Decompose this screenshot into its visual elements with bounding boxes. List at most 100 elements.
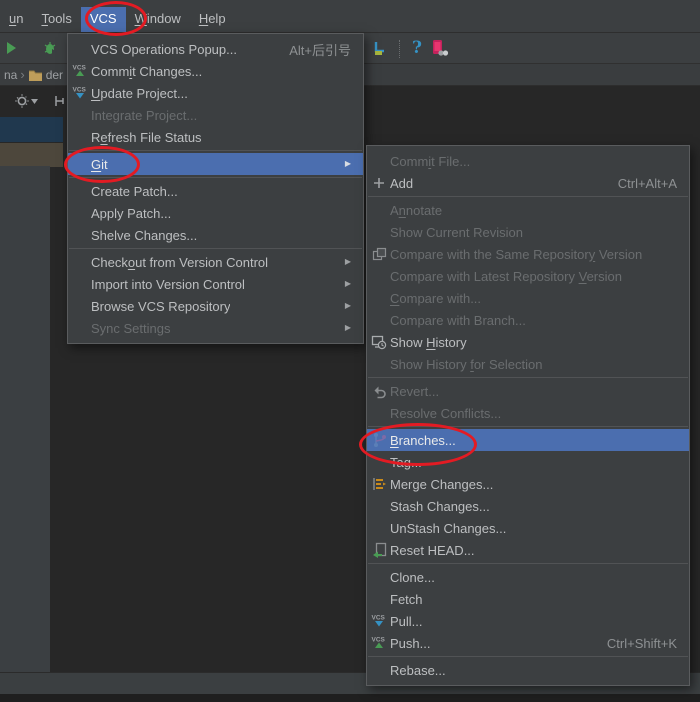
git-menu-separator: [368, 426, 688, 427]
svg-text:VCS: VCS: [372, 615, 386, 622]
menu-item-label: Tools: [41, 11, 72, 26]
submenu-arrow-icon: ▶: [344, 257, 351, 266]
vcs-update-icon: VCS: [371, 613, 387, 629]
git-menu-item-pull[interactable]: VCS Pull...: [367, 610, 689, 632]
chevron-right-icon: ›: [20, 67, 25, 82]
no-icon: [371, 224, 387, 240]
device-manager-icon[interactable]: [428, 36, 450, 60]
git-menu-item-show-current-revision: Show Current Revision: [367, 221, 689, 243]
no-icon: [371, 520, 387, 536]
vcs-menu-separator: [69, 177, 362, 178]
git-menu-item-push[interactable]: VCS Push... Ctrl+Shift+K: [367, 632, 689, 654]
menu-item-label: Resolve Conflicts...: [390, 405, 502, 421]
debug-icon[interactable]: [40, 36, 62, 60]
pin-icon[interactable]: [54, 94, 68, 108]
no-icon: [371, 153, 387, 169]
revert-icon: [371, 383, 387, 399]
git-menu-item-unstash-changes[interactable]: UnStash Changes...: [367, 517, 689, 539]
vcs-menu-item-update-project[interactable]: VCS Update Project...: [68, 82, 363, 104]
svg-text:VCS: VCS: [73, 65, 87, 72]
menu-item-label: Rebase...: [390, 662, 446, 678]
merge-icon: [371, 476, 387, 492]
menubar-item-tools[interactable]: Tools: [32, 7, 80, 32]
submenu-arrow-icon: ▶: [344, 323, 351, 332]
git-menu-item-compare-with: Compare with...: [367, 287, 689, 309]
tree-row-hovered[interactable]: [0, 143, 63, 167]
window-bottom-edge: [0, 694, 700, 702]
menu-item-label: Reset HEAD...: [390, 542, 475, 558]
menu-item-label: Revert...: [390, 383, 440, 399]
git-menu-item-stash-changes[interactable]: Stash Changes...: [367, 495, 689, 517]
git-menu-item-fetch[interactable]: Fetch: [367, 588, 689, 610]
compare-icon: [371, 246, 387, 262]
menu-item-label: Window: [134, 11, 181, 26]
vcs-menu-item-import-into-version-control[interactable]: Import into Version Control ▶: [68, 273, 363, 295]
plus-icon: [371, 175, 387, 191]
git-menu-separator: [368, 196, 688, 197]
git-menu-item-rebase[interactable]: Rebase...: [367, 659, 689, 681]
menubar-item-help[interactable]: Help: [190, 7, 235, 32]
git-menu-item-commit-file: Commit File...: [367, 150, 689, 172]
sdk-manager-icon[interactable]: [369, 36, 391, 60]
vcs-menu-popup: VCS Operations Popup... Alt+后引号 VCS Commit …: [67, 33, 364, 344]
menu-item-label: Show Current Revision: [390, 224, 523, 240]
vcs-menu-item-commit-changes[interactable]: VCS Commit Changes...: [68, 60, 363, 82]
no-icon: [72, 41, 88, 57]
vcs-menu-item-shelve-changes[interactable]: Shelve Changes...: [68, 224, 363, 246]
menubar-item-window[interactable]: Window: [126, 7, 190, 32]
menu-item-label: Tag...: [390, 454, 422, 470]
menu-bar: un Tools VCS Window Help: [0, 0, 700, 33]
breadcrumb-item[interactable]: na: [4, 68, 17, 82]
no-icon: [72, 298, 88, 314]
left-tool-window: [0, 166, 50, 672]
help-icon[interactable]: ?: [406, 36, 428, 60]
menu-item-label: Import into Version Control: [91, 276, 245, 292]
git-menu-item-merge-changes[interactable]: Merge Changes...: [367, 473, 689, 495]
git-menu-item-compare-with-branch: Compare with Branch...: [367, 309, 689, 331]
menu-item-label: Fetch: [390, 591, 423, 607]
git-menu-item-revert: Revert...: [367, 380, 689, 402]
no-icon: [72, 254, 88, 270]
git-menu-item-tag[interactable]: Tag...: [367, 451, 689, 473]
vcs-menu-item-git[interactable]: Git ▶: [68, 153, 363, 175]
git-menu-item-compare-with-latest-repository-version: Compare with Latest Repository Version: [367, 265, 689, 287]
no-icon: [371, 356, 387, 372]
no-icon: [72, 107, 88, 123]
git-menu-item-reset-head[interactable]: Reset HEAD...: [367, 539, 689, 561]
menu-item-label: Compare with...: [390, 290, 482, 306]
toolbar-separator: [399, 40, 400, 58]
menu-item-label: Clone...: [390, 569, 435, 585]
git-menu-item-show-history[interactable]: Show History: [367, 331, 689, 353]
branch-icon: [371, 432, 387, 448]
vcs-menu-item-apply-patch[interactable]: Apply Patch...: [68, 202, 363, 224]
menu-item-label: Add: [390, 175, 414, 191]
menu-item-label: Integrate Project...: [91, 107, 198, 123]
vcs-menu-item-refresh-file-status[interactable]: Refresh File Status: [68, 126, 363, 148]
vcs-menu-item-vcs-operations-popup[interactable]: VCS Operations Popup... Alt+后引号: [68, 38, 363, 60]
git-menu-item-clone[interactable]: Clone...: [367, 566, 689, 588]
git-menu-item-branches[interactable]: Branches...: [367, 429, 689, 451]
vcs-menu-item-sync-settings: Sync Settings ▶: [68, 317, 363, 339]
vcs-menu-item-checkout-from-version-control[interactable]: Checkout from Version Control ▶: [68, 251, 363, 273]
no-icon: [371, 498, 387, 514]
tree-row-selected[interactable]: [0, 117, 63, 142]
menubar-item-vcs[interactable]: VCS: [80, 7, 126, 32]
menu-item-label: Pull...: [390, 613, 423, 629]
menu-item-label: un: [9, 11, 24, 26]
menu-item-label: Branches...: [390, 432, 456, 448]
menu-item-label: Push...: [390, 635, 431, 651]
menu-item-label: Update Project...: [91, 85, 188, 101]
menubar-item-un[interactable]: un: [0, 7, 32, 32]
no-icon: [72, 129, 88, 145]
breadcrumb-item[interactable]: der: [46, 68, 63, 82]
svg-text:VCS: VCS: [372, 637, 386, 644]
vcs-menu-item-create-patch[interactable]: Create Patch...: [68, 180, 363, 202]
vcs-update-icon: VCS: [72, 85, 88, 101]
no-icon: [72, 205, 88, 221]
vcs-menu-item-browse-vcs-repository[interactable]: Browse VCS Repository ▶: [68, 295, 363, 317]
settings-gear-icon[interactable]: [14, 93, 38, 109]
run-icon[interactable]: [0, 36, 22, 60]
git-menu-separator: [368, 656, 688, 657]
git-menu-item-add[interactable]: Add Ctrl+Alt+A: [367, 172, 689, 194]
git-menu-separator: [368, 563, 688, 564]
